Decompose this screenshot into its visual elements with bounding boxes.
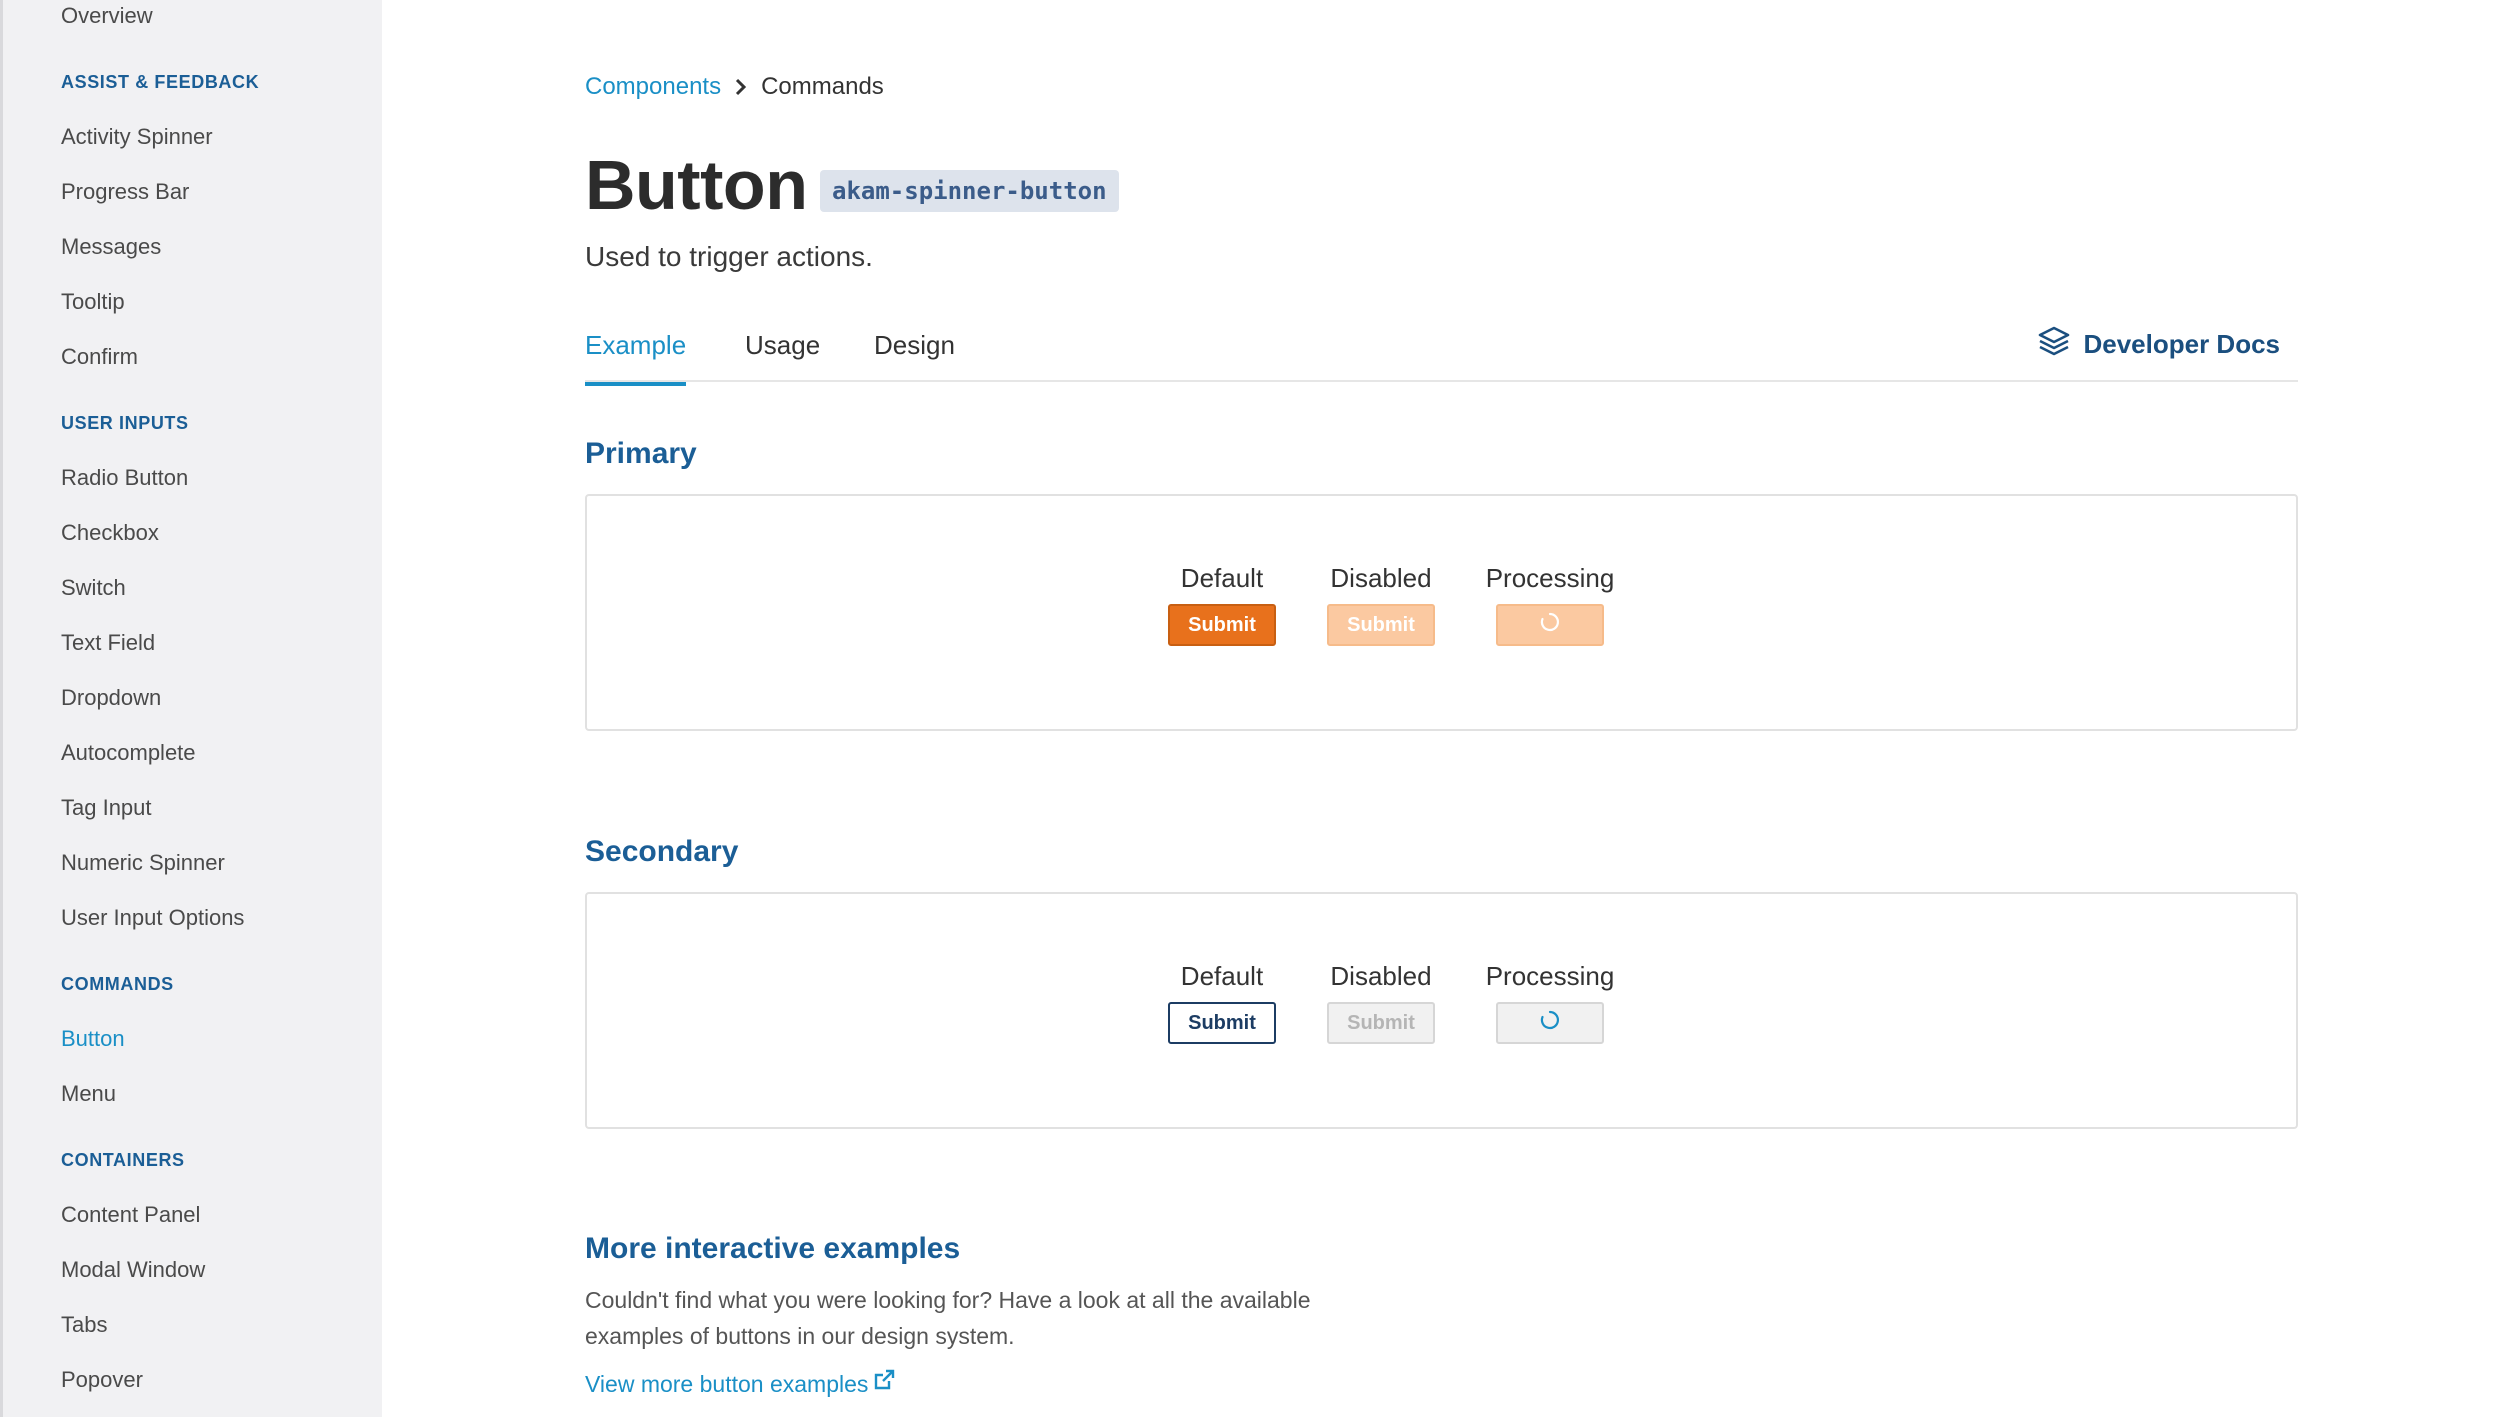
breadcrumb-link-components[interactable]: Components bbox=[585, 72, 721, 102]
sidebar-item-numeric-spinner[interactable]: Numeric Spinner bbox=[61, 850, 225, 876]
state-label-default: Default bbox=[1180, 961, 1264, 991]
spinner-icon bbox=[1539, 611, 1561, 639]
sidebar-item-popover[interactable]: Popover bbox=[61, 1367, 143, 1393]
sidebar-item-content-panel[interactable]: Content Panel bbox=[61, 1202, 200, 1228]
secondary-default-column: Default Submit bbox=[1167, 960, 1277, 1044]
tab-design[interactable]: Design bbox=[874, 328, 955, 382]
section-title-more-examples: More interactive examples bbox=[585, 1232, 961, 1265]
primary-disabled-column: Disabled Submit bbox=[1326, 562, 1436, 646]
sidebar-item-text-field[interactable]: Text Field bbox=[61, 630, 155, 656]
sidebar-item-autocomplete[interactable]: Autocomplete bbox=[61, 740, 196, 766]
more-examples-description: Couldn't find what you were looking for?… bbox=[585, 1287, 1311, 1349]
page-title: Button bbox=[585, 146, 808, 224]
view-more-examples-link[interactable]: View more button examples bbox=[585, 1368, 896, 1399]
page-subtitle: Used to trigger actions. bbox=[585, 241, 873, 272]
tab-example[interactable]: Example bbox=[585, 328, 687, 386]
secondary-submit-button-disabled: Submit bbox=[1327, 1002, 1435, 1044]
sidebar-item-tag-input[interactable]: Tag Input bbox=[61, 795, 152, 821]
component-tag: akam-spinner-button bbox=[820, 170, 1119, 212]
sidebar-item-activity-spinner[interactable]: Activity Spinner bbox=[61, 124, 213, 150]
sidebar-item-tabs[interactable]: Tabs bbox=[61, 1312, 107, 1338]
primary-submit-button-disabled: Submit bbox=[1327, 604, 1435, 646]
sidebar-item-button[interactable]: Button bbox=[61, 1026, 125, 1052]
state-label-disabled: Disabled bbox=[1330, 563, 1432, 593]
spinner-icon bbox=[1539, 1009, 1561, 1037]
external-link-icon bbox=[872, 1368, 896, 1399]
sidebar-item-progress-bar[interactable]: Progress Bar bbox=[61, 179, 189, 205]
tab-usage[interactable]: Usage bbox=[745, 328, 820, 382]
state-label-processing: Processing bbox=[1485, 961, 1615, 991]
sidebar-item-checkbox[interactable]: Checkbox bbox=[61, 520, 159, 546]
section-title-primary: Primary bbox=[585, 437, 697, 470]
sidebar-item-radio-button[interactable]: Radio Button bbox=[61, 465, 188, 491]
secondary-example-panel: Default Submit Disabled Submit Processin… bbox=[585, 892, 2298, 1129]
developer-docs-link[interactable]: Developer Docs bbox=[2037, 324, 2280, 365]
sidebar-item-tooltip[interactable]: Tooltip bbox=[61, 289, 125, 315]
primary-submit-button[interactable]: Submit bbox=[1168, 604, 1276, 646]
sidebar-item-modal-window[interactable]: Modal Window bbox=[61, 1257, 205, 1283]
state-label-disabled: Disabled bbox=[1330, 961, 1432, 991]
sidebar-item-switch[interactable]: Switch bbox=[61, 575, 126, 601]
sidebar-section-commands: COMMANDS bbox=[61, 974, 174, 994]
sidebar-item-messages[interactable]: Messages bbox=[61, 234, 161, 260]
primary-example-panel: Default Submit Disabled Submit Processin… bbox=[585, 494, 2298, 731]
breadcrumb: Components Commands bbox=[585, 72, 884, 102]
sidebar-section-containers: CONTAINERS bbox=[61, 1150, 185, 1170]
sidebar-item-confirm[interactable]: Confirm bbox=[61, 344, 138, 370]
view-more-examples-label: View more button examples bbox=[585, 1370, 869, 1397]
tab-bar: Example Usage Design Developer Docs bbox=[585, 320, 2298, 386]
breadcrumb-current: Commands bbox=[761, 73, 884, 100]
section-title-secondary: Secondary bbox=[585, 835, 739, 868]
sidebar-section-user-inputs: USER INPUTS bbox=[61, 413, 189, 433]
layers-icon bbox=[2037, 324, 2071, 365]
state-label-default: Default bbox=[1180, 563, 1264, 593]
secondary-submit-button[interactable]: Submit bbox=[1168, 1002, 1276, 1044]
sidebar: Overview ASSIST & FEEDBACK Activity Spin… bbox=[0, 0, 382, 1417]
sidebar-item-menu[interactable]: Menu bbox=[61, 1081, 116, 1107]
secondary-processing-button[interactable] bbox=[1496, 1002, 1604, 1044]
state-label-processing: Processing bbox=[1485, 563, 1615, 593]
primary-processing-button[interactable] bbox=[1496, 604, 1604, 646]
primary-processing-column: Processing bbox=[1485, 562, 1615, 646]
sidebar-section-assist-feedback: ASSIST & FEEDBACK bbox=[61, 72, 260, 92]
chevron-right-icon bbox=[721, 78, 761, 96]
sidebar-item-overview[interactable]: Overview bbox=[61, 3, 153, 29]
secondary-disabled-column: Disabled Submit bbox=[1326, 960, 1436, 1044]
primary-default-column: Default Submit bbox=[1167, 562, 1277, 646]
sidebar-item-dropdown[interactable]: Dropdown bbox=[61, 685, 161, 711]
main-content: Components Commands Button akam-spinner-… bbox=[382, 0, 2500, 1417]
sidebar-item-user-input-options[interactable]: User Input Options bbox=[61, 905, 244, 931]
developer-docs-label: Developer Docs bbox=[2083, 329, 2280, 359]
secondary-processing-column: Processing bbox=[1485, 960, 1615, 1044]
